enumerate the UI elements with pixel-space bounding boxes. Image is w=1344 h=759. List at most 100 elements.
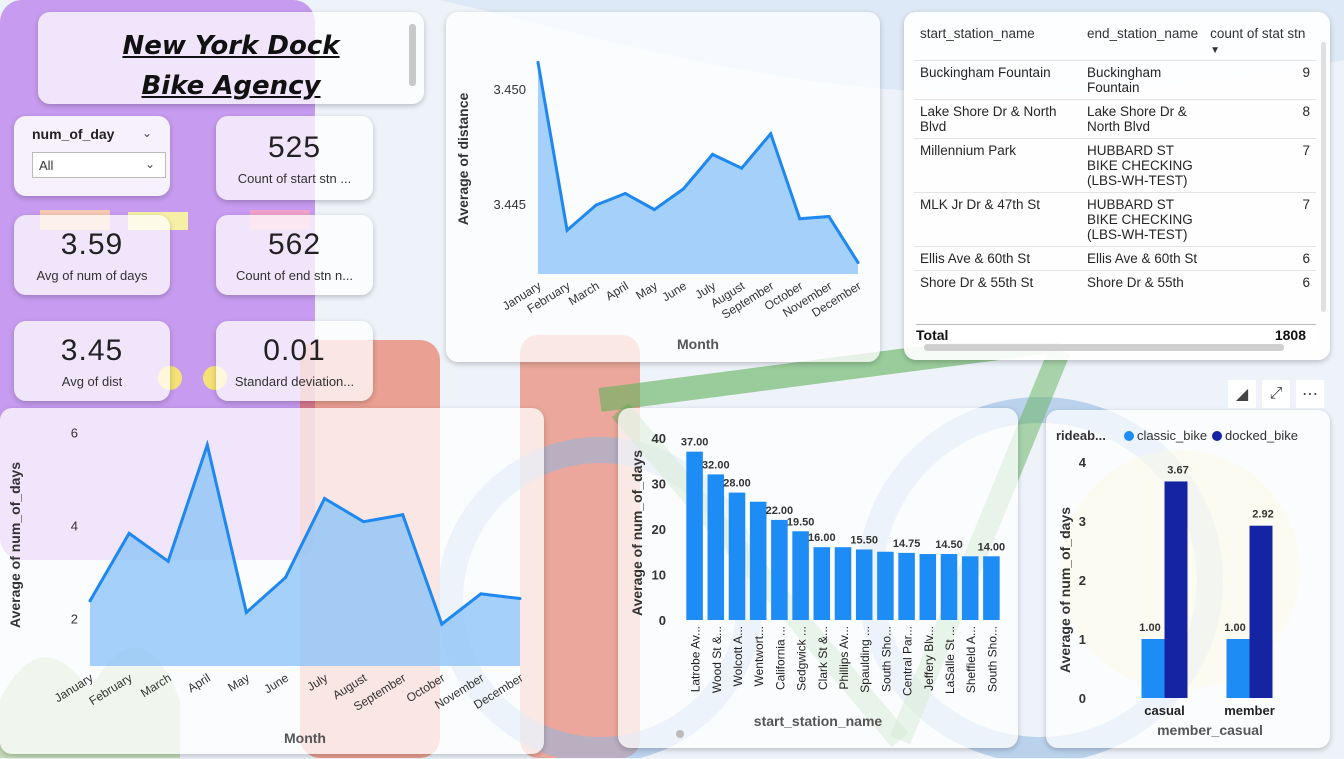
- x-tick-label: South Sho...: [879, 626, 893, 692]
- num-days-by-station-chart: 0 10 20 30 40 37.00 Latrobe Av... 32.00 Wood St …: [629, 431, 1005, 738]
- cell-start-station: Ellis Ave & 60th St: [914, 246, 1082, 271]
- horizontal-scrollbar[interactable]: [924, 344, 1284, 351]
- num-days-by-month-card[interactable]: 2 4 6 January February March April May June July A…: [0, 408, 544, 754]
- bar: [961, 556, 979, 620]
- data-point: [711, 152, 715, 156]
- kpi-value: 562: [267, 227, 322, 261]
- x-tick-label: Spaulding ...: [858, 626, 872, 693]
- focus-mode-icon[interactable]: ⤢: [1262, 380, 1290, 408]
- total-label: Total: [916, 327, 949, 343]
- kpi-value: 3.45: [60, 333, 124, 367]
- y-tick-label: 0: [1079, 691, 1086, 706]
- y-axis-title: Average of num_of_days: [7, 462, 23, 628]
- x-tick-label: Wood St &...: [710, 626, 724, 693]
- data-point: [323, 496, 327, 500]
- member-casual-chart: rideab... classic_bike docked_bike 0 1 2 3 4 1.0…: [1056, 428, 1298, 738]
- data-point: [681, 187, 685, 191]
- bar: [1164, 481, 1188, 698]
- data-label: 2.92: [1252, 509, 1273, 521]
- column-header-count[interactable]: count of stat stn ▼: [1204, 22, 1316, 61]
- slicer-collapse-icon[interactable]: ⌄: [142, 126, 152, 140]
- column-header-end-station[interactable]: end_station_name: [1081, 22, 1204, 61]
- bar: [1141, 639, 1165, 698]
- cell-end-station: HUBBARD ST BIKE CHECKING (LBS-WH-TEST): [1081, 138, 1205, 193]
- kpi-count-start-stn: 525 Count of start stn ...: [216, 116, 373, 200]
- kpi-label: Count of start stn ...: [237, 170, 352, 186]
- y-tick-label: 2: [71, 611, 78, 626]
- kpi-avg-num-days: 3.59 Avg of num of days: [14, 215, 170, 295]
- vertical-scrollbar[interactable]: [1321, 42, 1326, 312]
- x-tick-label: California ...: [773, 626, 787, 690]
- x-tick-label: June: [262, 671, 292, 697]
- filter-icon[interactable]: ◢: [1228, 380, 1256, 408]
- data-point: [166, 559, 170, 563]
- table-total-row: Total 1808: [916, 324, 1316, 343]
- bar: [877, 551, 894, 620]
- table-row[interactable]: Shore Dr & 55th St Shore Dr & 55th 6: [914, 270, 1316, 294]
- slicer-dropdown[interactable]: All ⌄: [32, 152, 166, 178]
- data-point: [536, 60, 540, 64]
- data-label: 37.00: [681, 437, 709, 449]
- data-label: 15.50: [850, 534, 878, 546]
- y-axis-title: Average of distance: [455, 93, 471, 226]
- data-label: 14.75: [893, 538, 921, 550]
- cell-end-station: Buckingham Fountain: [1081, 60, 1205, 100]
- cell-end-station: HUBBARD ST BIKE CHECKING (LBS-WH-TEST): [1081, 192, 1205, 247]
- x-axis-title: Month: [284, 730, 326, 746]
- num-of-day-slicer[interactable]: num_of_day ⌄ All ⌄: [14, 116, 170, 196]
- table-row[interactable]: Ellis Ave & 60th St Ellis Ave & 60th St 6: [914, 246, 1316, 271]
- column-header-start-station[interactable]: start_station_name: [914, 22, 1081, 61]
- num-days-by-station-card[interactable]: 0 10 20 30 40 37.00 Latrobe Av... 32.00 Wood St …: [618, 408, 1018, 748]
- station-table-card[interactable]: start_station_name end_station_name coun…: [904, 12, 1330, 360]
- data-label: 32.00: [702, 459, 730, 471]
- x-tick-label: May: [633, 279, 660, 303]
- x-tick-label: Sheffield A...: [964, 626, 978, 693]
- cell-count: 6: [1204, 270, 1316, 294]
- x-tick-label: Phillips Av...: [837, 626, 851, 690]
- x-tick-label: Central Par...: [901, 626, 915, 696]
- data-label: 14.50: [935, 539, 963, 551]
- data-label: 22.00: [766, 505, 794, 517]
- member-casual-card[interactable]: rideab... classic_bike docked_bike 0 1 2 3 4 1.0…: [1046, 410, 1330, 748]
- x-tick-label: member: [1224, 703, 1275, 718]
- title-scrollbar[interactable]: [409, 24, 416, 86]
- visual-header-icons: ◢ ⤢ ⋯: [1228, 380, 1324, 408]
- kpi-count-end-stn: 562 Count of end stn n...: [216, 215, 373, 295]
- y-axis-title: Average of num_of_days: [629, 450, 645, 616]
- x-tick-label: Wentwort...: [752, 626, 766, 686]
- distance-by-month-chart: 3.4503.445JanuaryFebruaryMarch April May Ju…: [455, 60, 864, 352]
- bar: [813, 547, 831, 620]
- y-tick-label: 3.450: [493, 82, 526, 97]
- area-fill: [90, 444, 520, 666]
- kpi-label: Standard deviation...: [234, 373, 355, 389]
- table-row[interactable]: MLK Jr Dr & 47th St HUBBARD ST BIKE CHECK…: [914, 192, 1316, 247]
- data-point: [827, 215, 831, 218]
- x-tick-label: LaSalle St ...: [943, 626, 957, 694]
- bar: [749, 501, 767, 620]
- data-label: 1.00: [1139, 622, 1160, 634]
- table-row[interactable]: Buckingham Fountain Buckingham Fountain 9: [914, 60, 1316, 100]
- data-label: 3.67: [1167, 464, 1188, 476]
- y-tick-label: 2: [1079, 573, 1086, 588]
- data-point: [594, 203, 598, 207]
- bar: [728, 492, 746, 620]
- more-options-icon[interactable]: ⋯: [1296, 380, 1324, 408]
- legend-marker: [1124, 431, 1134, 441]
- num-days-by-month-chart: 246JanuaryFebruary March April May June July A…: [7, 425, 526, 746]
- x-tick-label: February: [87, 671, 135, 708]
- bar: [686, 451, 703, 620]
- y-tick-label: 4: [71, 518, 78, 533]
- legend-title: rideab...: [1056, 428, 1106, 443]
- y-tick-label: 4: [1079, 455, 1087, 470]
- legend-marker: [1212, 431, 1222, 441]
- data-label: 1.00: [1224, 622, 1245, 634]
- y-tick-label: 30: [652, 477, 666, 492]
- table-row[interactable]: Millennium Park HUBBARD ST BIKE CHECKING …: [914, 138, 1316, 193]
- scroll-indicator: [676, 730, 684, 738]
- title-card: New York Dock Bike Agency: [38, 12, 424, 104]
- sort-descending-icon: ▼: [1210, 45, 1221, 56]
- table-row[interactable]: Lake Shore Dr & North Blvd Lake Shore Dr …: [914, 99, 1316, 139]
- data-label: 28.00: [723, 478, 751, 490]
- cell-start-station: Buckingham Fountain: [914, 60, 1082, 100]
- distance-by-month-card[interactable]: 3.450 3.445 January February March April May Ju…: [446, 12, 880, 362]
